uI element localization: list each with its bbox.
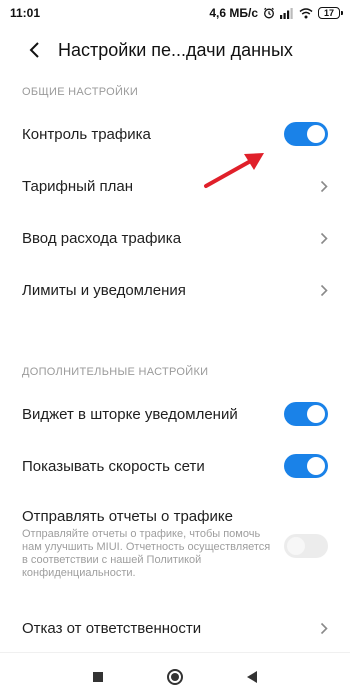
wifi-icon — [299, 7, 313, 19]
back-button[interactable] — [14, 30, 54, 70]
disclaimer-label: Отказ от ответственности — [22, 619, 202, 637]
reports-toggle[interactable] — [284, 534, 328, 558]
reports-text: Отправлять отчеты о трафике Отправляйте … — [22, 508, 272, 580]
app-header: Настройки пе...дачи данных — [0, 30, 350, 70]
status-icons: 4,6 МБ/с 17 — [209, 6, 343, 20]
system-nav-bar — [0, 652, 350, 700]
traffic-control-label: Контроль трафика — [22, 125, 151, 143]
toggle-knob — [307, 457, 325, 475]
home-button[interactable] — [155, 657, 195, 697]
network-speed-label: Показывать скорость сети — [22, 457, 205, 475]
chevron-right-icon — [320, 232, 328, 245]
section-divider — [0, 340, 350, 354]
status-time: 11:01 — [10, 6, 41, 20]
network-speed: 4,6 МБ/с — [209, 6, 258, 20]
limits-row[interactable]: Лимиты и уведомления — [0, 266, 350, 314]
widget-toggle[interactable] — [284, 402, 328, 426]
square-icon — [93, 671, 104, 682]
alarm-icon — [263, 7, 275, 19]
traffic-input-label: Ввод расхода трафика — [22, 229, 182, 247]
status-bar: 11:01 4,6 МБ/с 17 — [0, 0, 350, 26]
network-speed-toggle[interactable] — [284, 454, 328, 478]
back-arrow-icon — [29, 42, 39, 58]
traffic-control-row[interactable]: Контроль трафика — [0, 110, 350, 158]
recents-button[interactable] — [78, 657, 118, 697]
toggle-knob — [307, 405, 325, 423]
reports-label: Отправлять отчеты о трафике — [22, 508, 233, 525]
chevron-right-icon — [320, 284, 328, 297]
tariff-plan-label: Тарифный план — [22, 177, 134, 195]
page-title: Настройки пе...дачи данных — [58, 39, 293, 60]
signal-icon — [280, 7, 294, 19]
toggle-knob — [307, 125, 325, 143]
back-nav-button[interactable] — [232, 657, 272, 697]
reports-description: Отправляйте отчеты о трафике, чтобы помо… — [22, 528, 271, 579]
section-general-header: ОБЩИЕ НАСТРОЙКИ — [22, 86, 139, 98]
limits-label: Лимиты и уведомления — [22, 281, 186, 299]
traffic-input-row[interactable]: Ввод расхода трафика — [0, 214, 350, 262]
circle-icon — [166, 668, 183, 685]
toggle-knob — [287, 537, 305, 555]
chevron-right-icon — [320, 622, 328, 635]
widget-label: Виджет в шторке уведомлений — [22, 405, 238, 423]
disclaimer-row[interactable]: Отказ от ответственности — [0, 604, 350, 652]
traffic-control-toggle[interactable] — [284, 122, 328, 146]
section-additional-header: ДОПОЛНИТЕЛЬНЫЕ НАСТРОЙКИ — [22, 366, 209, 378]
widget-row[interactable]: Виджет в шторке уведомлений — [0, 390, 350, 438]
chevron-right-icon — [320, 180, 328, 193]
network-speed-row[interactable]: Показывать скорость сети — [0, 442, 350, 490]
battery-icon: 17 — [318, 7, 343, 19]
reports-row[interactable]: Отправлять отчеты о трафике Отправляйте … — [0, 508, 350, 590]
triangle-back-icon — [246, 670, 257, 683]
tariff-plan-row[interactable]: Тарифный план — [0, 162, 350, 210]
